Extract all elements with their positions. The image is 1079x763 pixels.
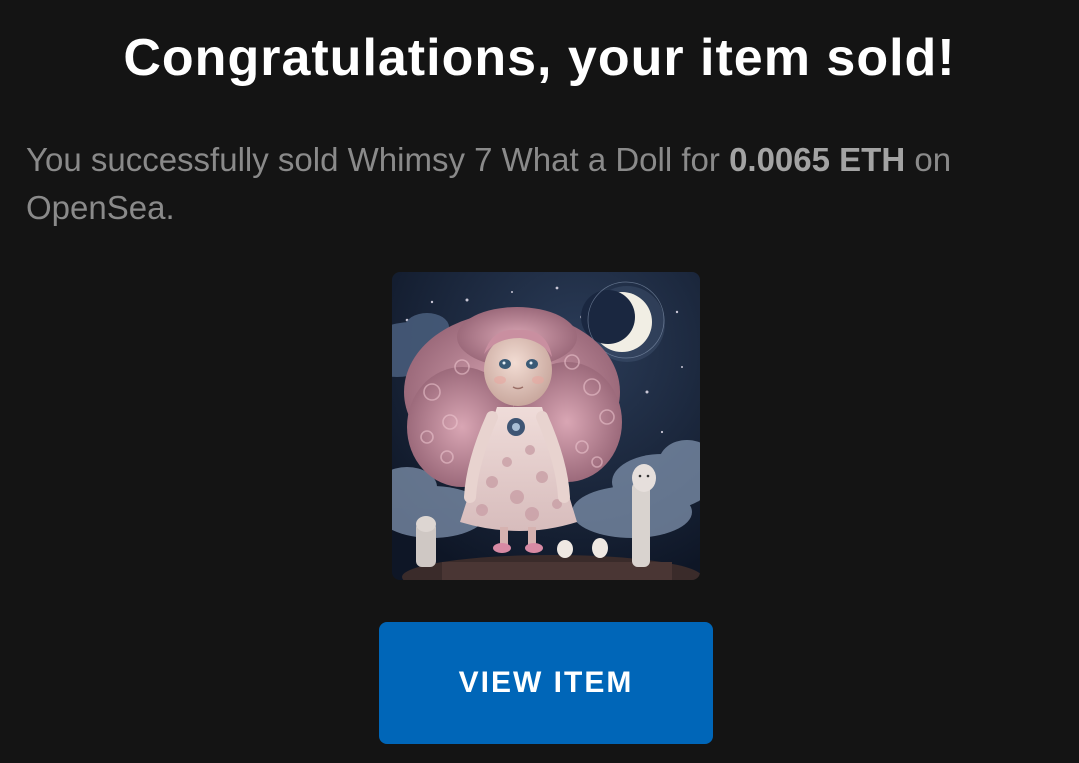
page-title: Congratulations, your item sold! [123, 29, 956, 87]
message-suffix: on [905, 141, 952, 178]
view-item-button[interactable]: VIEW ITEM [379, 622, 713, 744]
message-prefix: You successfully sold [26, 141, 348, 178]
item-name: Whimsy 7 What a Doll [347, 141, 673, 178]
doll-illustration [392, 272, 700, 580]
marketplace-name: OpenSea [26, 189, 166, 226]
nft-artwork-image[interactable] [392, 272, 700, 580]
message-end: . [165, 189, 175, 226]
sale-notification-email: Congratulations, your item sold! You suc… [0, 0, 1079, 763]
sale-price: 0.0065 ETH [729, 141, 906, 178]
sale-message: You successfully sold Whimsy 7 What a Do… [26, 136, 1056, 232]
message-middle: for [672, 141, 730, 178]
